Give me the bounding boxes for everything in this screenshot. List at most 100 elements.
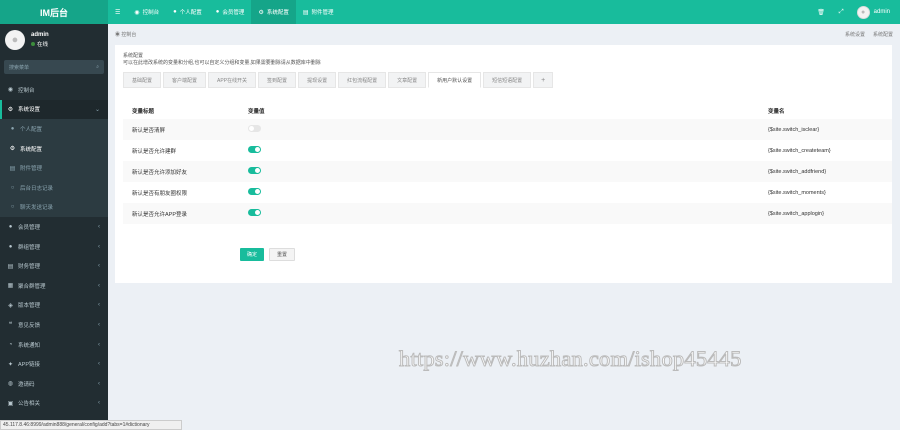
sidebar-item-label: 群组管理 xyxy=(18,244,41,251)
reset-button[interactable]: 重置 xyxy=(269,248,296,261)
submenu-item-label: 后台日志记录 xyxy=(20,185,54,192)
topnav-label: 控制台 xyxy=(142,10,160,16)
row-varname: {$site.switch_moments} xyxy=(768,189,826,196)
tab-basic[interactable]: 基础配置 xyxy=(123,72,162,88)
config-panel: 系统配置 可以在此增改系统的变量和分组,也可以自定义分组和变量,如果需要删除请从… xyxy=(115,45,892,283)
search-icon: ⌕ xyxy=(96,64,99,70)
breadcrumb-home[interactable]: ◉ 控制台 xyxy=(115,31,136,38)
toggle-switch[interactable] xyxy=(248,125,261,132)
user-menu[interactable]: ● admin xyxy=(851,5,900,19)
gear-icon: ⚙ xyxy=(258,9,264,16)
tab-checkin[interactable]: 签到配置 xyxy=(258,72,297,88)
breadcrumb-system-settings[interactable]: 系统设置 xyxy=(845,31,865,38)
fullscreen-button[interactable]: ⤢ xyxy=(832,0,851,24)
topnav-item-attachments[interactable]: ▤ 附件管理 xyxy=(296,0,341,24)
add-tab-button[interactable]: + xyxy=(533,72,554,88)
sidebar-item-system-settings[interactable]: ⚙ 系统设置 ⌄ xyxy=(0,99,108,120)
submenu-item-admin-log[interactable]: ○ 后台日志记录 xyxy=(0,178,108,198)
tab-withdraw[interactable]: 提现设置 xyxy=(298,72,337,88)
finance-icon: ▤ xyxy=(7,263,14,270)
submenu-item-label: 系统配置 xyxy=(20,146,43,153)
row-varname: {$site.switch_addfriend} xyxy=(768,168,827,175)
row-title: 新认是否允许添加好友 xyxy=(132,169,188,176)
chevron-down-icon: ⌄ xyxy=(94,106,100,113)
table-row: 新认是否允许APP登录 {$site.switch_applogin} xyxy=(123,203,892,224)
submenu-item-profile[interactable]: ● 个人配置 xyxy=(0,119,108,139)
table-row: 新认是否有朋友圈权限 {$site.switch_moments} xyxy=(123,182,892,203)
sidebar-item-dashboard[interactable]: ◉ 控制台 xyxy=(0,80,108,100)
sidebar-item-label: 公告相关 xyxy=(18,401,41,408)
gear-icon: ⚙ xyxy=(7,106,14,113)
user-icon: ● xyxy=(10,125,15,132)
column-header-name: 变量名 xyxy=(768,109,785,115)
topnav-item-members[interactable]: ● 会员管理 xyxy=(209,0,252,24)
form-actions: 确定 重置 xyxy=(240,248,296,261)
app-logo[interactable]: IM后台 xyxy=(0,0,108,24)
tab-redpacket[interactable]: 红包流程配置 xyxy=(338,72,387,88)
sidebar-item-label: 财务管理 xyxy=(18,264,41,271)
submenu-item-attachments[interactable]: ▤ 附件管理 xyxy=(0,158,108,178)
sidebar-item-finance[interactable]: ▤ 财务管理 ‹ xyxy=(0,256,108,276)
topnav-item-sysconfig[interactable]: ⚙ 系统配置 xyxy=(251,0,296,24)
row-varname: {$site.switch_createteam} xyxy=(768,147,831,154)
table-row: 新认是否允许建群 {$site.switch_createteam} xyxy=(123,140,892,161)
search-placeholder: 搜索菜单 xyxy=(9,64,30,71)
sidebar-item-aggregate-groups[interactable]: ▦ 聚合群管理 ‹ xyxy=(0,276,108,296)
trash-icon: 🗑 xyxy=(817,9,825,16)
topnav-label: 会员管理 xyxy=(222,10,245,16)
clear-cache-button[interactable]: 🗑 xyxy=(810,0,832,24)
table-row: 新认是否允许添加好友 {$site.switch_addfriend} xyxy=(123,161,892,182)
sidebar-item-groups[interactable]: ● 群组管理 ‹ xyxy=(0,237,108,257)
sidebar-item-members[interactable]: ● 会员管理 ‹ xyxy=(0,217,108,237)
user-icon: ● xyxy=(173,9,177,15)
chevron-left-icon: ‹ xyxy=(98,243,100,250)
toggle-switch[interactable] xyxy=(248,146,261,153)
toggle-switch[interactable] xyxy=(248,209,261,216)
watermark-text: https://www.huzhan.com/ishop45445 xyxy=(399,346,742,372)
row-title: 新认是否允许APP登录 xyxy=(132,211,188,218)
tab-new-user-defaults[interactable]: 新用户默认设置 xyxy=(428,72,482,88)
users-icon: ● xyxy=(215,9,220,15)
avatar: ● xyxy=(856,5,870,19)
sidebar-item-feedback[interactable]: ❝ 意见反馈 ‹ xyxy=(0,315,108,335)
table-row: 新认是否清屏 {$site.switch_isclear} xyxy=(123,119,892,140)
sidebar-item-versions[interactable]: ◈ 版本管理 ‹ xyxy=(0,296,108,316)
chevron-left-icon: ‹ xyxy=(98,282,100,289)
panel-header: 系统配置 可以在此增改系统的变量和分组,也可以自定义分组和变量,如果需要删除请从… xyxy=(115,45,892,67)
sidebar-item-app-links[interactable]: ✦ APP链接 ‹ xyxy=(0,354,108,374)
breadcrumb-path: 系统设置 系统配置 xyxy=(845,31,893,38)
tab-sms[interactable]: 短信短语配置 xyxy=(483,72,532,88)
submit-button[interactable]: 确定 xyxy=(240,248,265,261)
sidebar-item-label: 会员管理 xyxy=(18,224,41,231)
chevron-left-icon: ‹ xyxy=(98,380,100,387)
menu-icon: ☰ xyxy=(115,9,121,16)
topnav-item-profile[interactable]: ● 个人配置 xyxy=(166,0,209,24)
status-text: 在线 xyxy=(37,42,49,48)
submenu-item-chat-log[interactable]: ○ 聊天发送记录 xyxy=(0,198,108,218)
submenu-item-sysconfig[interactable]: ⚙ 系统配置 xyxy=(0,139,108,159)
sidebar-item-label: APP链接 xyxy=(18,362,41,369)
tab-client[interactable]: 客户端配置 xyxy=(163,72,207,88)
panel-description: 可以在此增改系统的变量和分组,也可以自定义分组和变量,如果需要删除请从数据库中删… xyxy=(123,60,321,66)
menu-toggle-button[interactable]: ☰ xyxy=(108,0,127,24)
file-icon: ▤ xyxy=(302,9,309,16)
topnav-item-dashboard[interactable]: ◉ 控制台 xyxy=(127,0,166,24)
table-header-row: 变量标题 变量值 变量名 xyxy=(123,103,892,119)
announcement-icon: ▣ xyxy=(7,400,14,407)
users-icon: ● xyxy=(8,223,13,230)
sidebar-search-input[interactable]: 搜索菜单 ⌕ xyxy=(4,60,104,74)
sidebar-item-label: 聚合群管理 xyxy=(18,283,46,290)
file-icon: ▤ xyxy=(9,165,16,172)
tab-article[interactable]: 文章配置 xyxy=(388,72,427,88)
toggle-switch[interactable] xyxy=(248,188,261,195)
chevron-left-icon: ‹ xyxy=(98,321,100,328)
sidebar-item-notifications[interactable]: ◔ 系统通知 ‹ xyxy=(0,335,108,355)
tab-app-online[interactable]: APP在线开关 xyxy=(208,72,257,88)
breadcrumb-system-config[interactable]: 系统配置 xyxy=(873,31,893,38)
sidebar-item-invite-codes[interactable]: ◍ 邀请码 ‹ xyxy=(0,374,108,394)
sidebar-item-announcements[interactable]: ▣ 公告相关 ‹ xyxy=(0,394,108,414)
toggle-switch[interactable] xyxy=(248,167,261,174)
top-username: admin xyxy=(873,9,890,15)
version-icon: ◈ xyxy=(8,302,13,309)
invite-icon: ◍ xyxy=(7,381,14,388)
